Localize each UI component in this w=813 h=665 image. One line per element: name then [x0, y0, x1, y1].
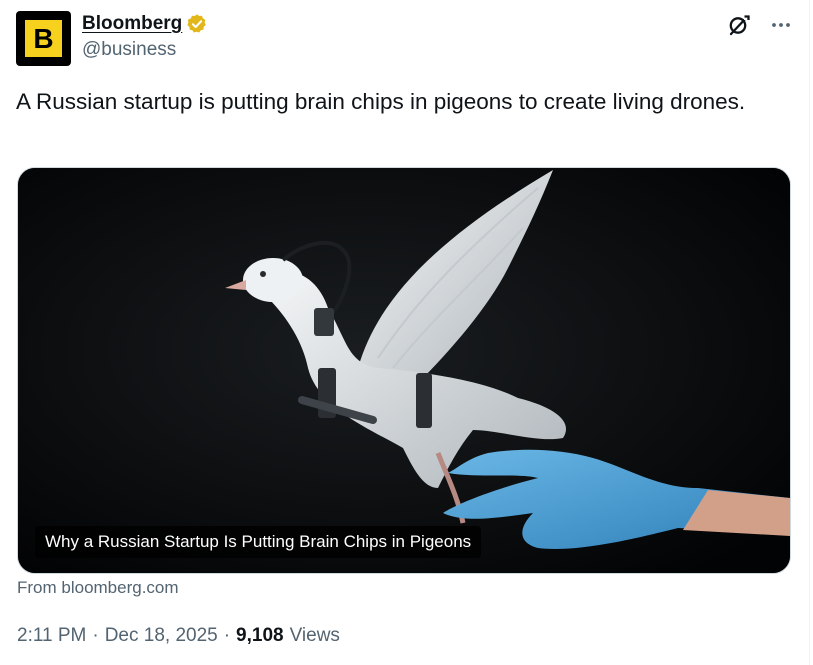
author-handle[interactable]: @business [82, 39, 208, 61]
avatar-letter: B [25, 20, 62, 57]
tweet-header: B Bloomberg @business [16, 11, 793, 67]
author-block: Bloomberg @business [82, 13, 208, 61]
tweet-date[interactable]: Dec 18, 2025 [105, 625, 218, 647]
views-label: Views [289, 625, 340, 646]
card-source[interactable]: From bloomberg.com [17, 578, 179, 598]
views-count[interactable]: 9,108 [236, 625, 284, 647]
meta-separator: · [92, 625, 99, 646]
grok-icon[interactable] [727, 13, 751, 37]
avatar[interactable]: B [16, 11, 71, 66]
media-card[interactable]: Why a Russian Startup Is Putting Brain C… [17, 167, 791, 574]
media-caption: Why a Russian Startup Is Putting Brain C… [35, 526, 482, 558]
meta-separator-2: · [223, 625, 231, 646]
tweet-meta: 2:11 PM · Dec 18, 2025 · 9,108 Views [17, 625, 340, 647]
verified-badge-icon[interactable] [186, 13, 208, 35]
name-row: Bloomberg [82, 13, 208, 35]
right-divider [809, 0, 810, 665]
more-horizontal-icon[interactable] [769, 13, 793, 37]
pigeon-photo [18, 168, 790, 573]
top-actions [727, 13, 793, 37]
display-name[interactable]: Bloomberg [82, 13, 182, 35]
tweet-text: A Russian startup is putting brain chips… [16, 89, 746, 114]
tweet-time[interactable]: 2:11 PM [17, 625, 86, 647]
